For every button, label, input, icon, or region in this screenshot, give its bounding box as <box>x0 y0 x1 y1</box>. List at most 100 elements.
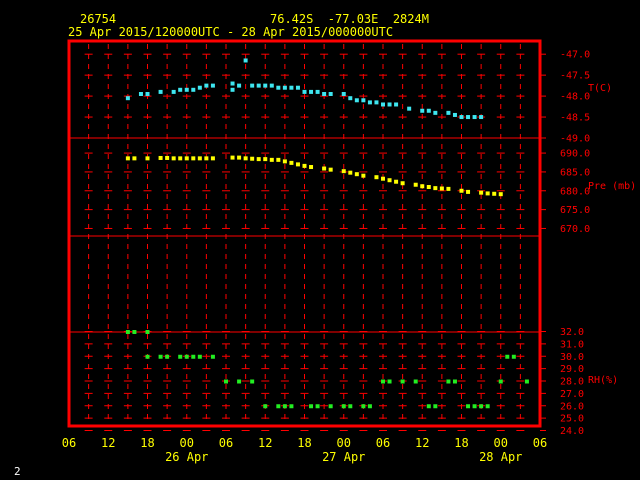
data-point <box>256 83 261 88</box>
data-point <box>145 92 150 96</box>
y-axis-title: Pre (mb) <box>588 181 636 192</box>
y-tick-label: 690.0 <box>560 149 590 160</box>
data-point <box>289 160 294 165</box>
data-point <box>315 404 320 409</box>
data-point <box>479 404 484 409</box>
x-date-label: 27 Apr <box>322 450 365 464</box>
data-point <box>263 157 268 162</box>
x-tick-label: 00 <box>337 436 351 450</box>
data-point <box>158 89 163 94</box>
y-tick-label: 32.0 <box>560 327 584 338</box>
data-point <box>210 354 215 359</box>
x-tick-label: 06 <box>533 436 547 450</box>
plot-grid <box>84 44 525 431</box>
data-point <box>276 404 281 409</box>
data-point <box>354 172 359 177</box>
data-point <box>295 162 300 167</box>
y-tick-label: 675.0 <box>560 205 590 216</box>
data-point <box>381 379 385 384</box>
data-point <box>302 89 307 94</box>
data-point <box>387 102 392 107</box>
data-point <box>204 156 209 161</box>
data-point <box>322 166 327 171</box>
data-point <box>282 404 287 409</box>
data-point <box>309 404 314 409</box>
data-point <box>459 188 464 193</box>
data-point <box>374 100 379 105</box>
x-tick-label: 18 <box>454 436 468 450</box>
data-point <box>472 404 477 409</box>
data-point <box>315 89 320 94</box>
y-tick-label: 24.0 <box>560 426 584 437</box>
data-point <box>381 102 385 107</box>
data-point <box>426 404 431 409</box>
data-point <box>420 184 425 189</box>
data-point <box>394 179 399 184</box>
data-point <box>269 157 274 162</box>
y-tick-label: -49.0 <box>560 134 590 145</box>
data-point <box>479 115 484 120</box>
data-point <box>269 83 274 88</box>
data-point <box>250 156 255 161</box>
data-point <box>446 110 451 115</box>
x-tick-label: 00 <box>494 436 508 450</box>
data-point <box>276 85 281 90</box>
data-point <box>348 96 353 101</box>
data-point <box>191 354 196 359</box>
data-point <box>191 87 196 92</box>
x-axis: 06 12 18 00 06 12 18 00 06 12 18 00 06 26 Apr 27 Apr 28… <box>62 436 547 464</box>
data-point <box>479 190 484 195</box>
y-axes: -47.0 -47.5 -48.0 -48.5 -49.0 T(C) 690.0 685.0 6… <box>540 50 636 437</box>
data-point <box>132 156 137 161</box>
data-point <box>184 87 189 92</box>
data-point <box>197 354 202 359</box>
y-tick-label: 680.0 <box>560 186 590 197</box>
y-tick-label: 25.0 <box>560 414 584 425</box>
data-point <box>309 89 314 94</box>
data-point <box>354 98 359 103</box>
data-point <box>420 108 425 113</box>
data-point <box>361 173 366 178</box>
data-point <box>374 175 379 180</box>
data-point <box>361 98 366 103</box>
data-point <box>178 156 183 161</box>
data-point <box>400 379 405 384</box>
data-point <box>145 354 150 359</box>
data-point <box>439 186 444 191</box>
data-point <box>197 85 202 90</box>
data-point <box>309 165 314 170</box>
data-point <box>295 85 300 90</box>
data-point <box>328 404 333 409</box>
data-point <box>341 169 346 174</box>
data-point <box>361 404 366 409</box>
data-point <box>165 354 170 359</box>
data-point <box>289 404 294 409</box>
data-point <box>158 155 163 160</box>
x-tick-label: 18 <box>297 436 311 450</box>
data-point <box>237 83 242 88</box>
data-point <box>263 404 268 409</box>
y-tick-label: 26.0 <box>560 401 584 412</box>
data-point <box>276 157 281 162</box>
y-tick-label: 670.0 <box>560 224 590 235</box>
data-point <box>204 83 209 88</box>
x-tick-label: 12 <box>258 436 272 450</box>
data-point <box>472 115 477 120</box>
data-point <box>426 108 431 113</box>
data-point <box>341 92 346 96</box>
data-point <box>302 163 307 168</box>
data-point <box>367 100 372 105</box>
data-point <box>381 176 385 181</box>
data-point <box>433 186 438 191</box>
data-point <box>138 92 143 96</box>
x-tick-label: 00 <box>180 436 194 450</box>
data-point <box>282 85 287 90</box>
data-point <box>191 156 196 161</box>
y-tick-label: 28.0 <box>560 377 584 388</box>
data-point <box>466 115 471 120</box>
data-point <box>348 404 353 409</box>
data-point <box>125 96 130 101</box>
data-point <box>505 354 510 359</box>
data-point <box>263 83 268 88</box>
data-point <box>210 83 215 88</box>
